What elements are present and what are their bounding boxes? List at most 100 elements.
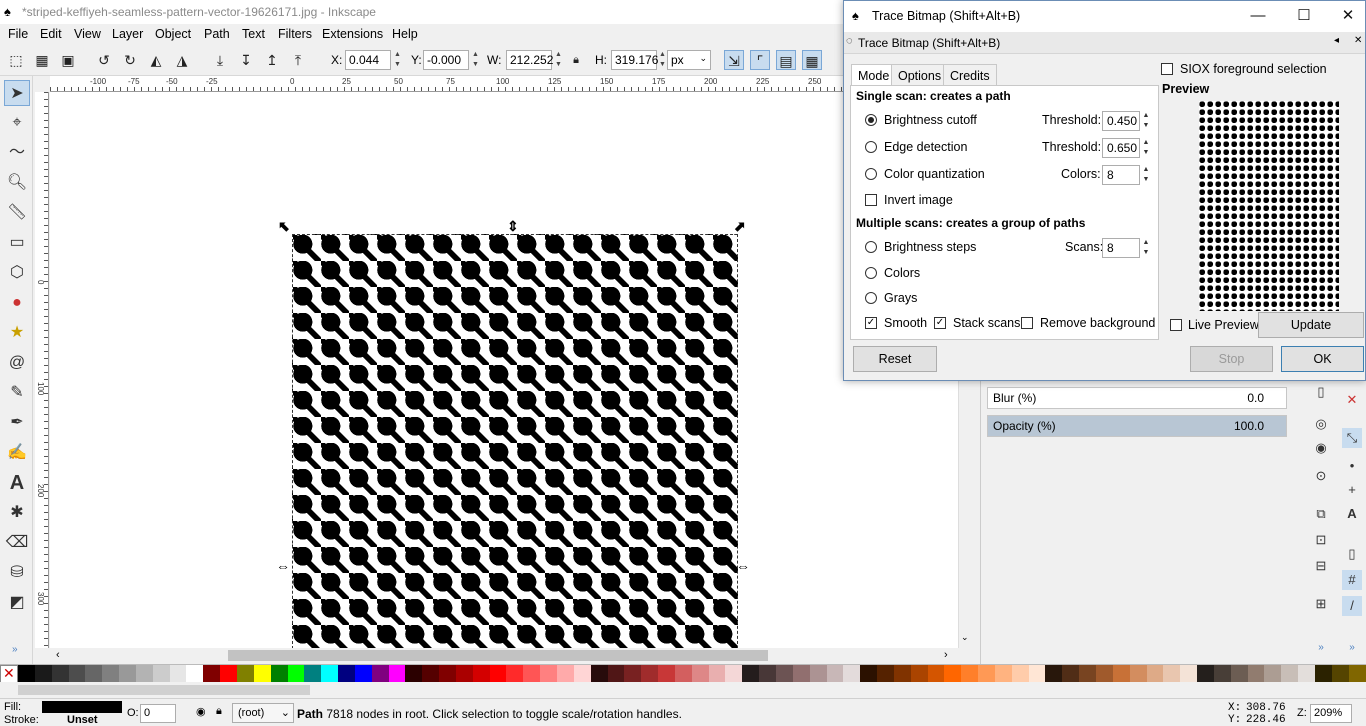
snap-midpoint-icon[interactable]: +	[1342, 480, 1362, 500]
color-swatch[interactable]	[860, 665, 878, 683]
color-swatch[interactable]	[624, 665, 642, 683]
y-spinner[interactable]: ▲ ▼	[470, 50, 481, 70]
stack-scans-checkbox[interactable]: ✓	[934, 317, 946, 329]
rotate-cw-icon[interactable]: ↻	[120, 50, 140, 70]
color-swatch[interactable]	[1112, 665, 1130, 683]
color-swatch[interactable]	[1247, 665, 1265, 683]
transform-patterns-icon[interactable]: ▦	[802, 50, 822, 70]
zoom-drawing-icon[interactable]: ◉	[1311, 438, 1331, 458]
brightness-cutoff-label[interactable]: Brightness cutoff	[884, 113, 977, 127]
duplicate-icon[interactable]: ⧉	[1311, 504, 1331, 524]
remove-background-label[interactable]: Remove background	[1040, 316, 1155, 330]
color-swatch[interactable]	[1096, 665, 1113, 683]
colors-input[interactable]: 8	[1102, 165, 1140, 185]
color-swatch[interactable]	[658, 665, 675, 683]
color-swatch[interactable]	[354, 665, 372, 683]
scroll-left-icon[interactable]: ‹	[56, 649, 60, 661]
tab-credits[interactable]: Credits	[943, 64, 997, 86]
color-swatch[interactable]	[674, 665, 692, 683]
zoom-tool-icon[interactable]: 🔍︎	[4, 170, 30, 196]
menu-file[interactable]: File	[8, 27, 28, 41]
unlink-clone-icon[interactable]: ⊟	[1311, 556, 1331, 576]
color-swatch[interactable]	[422, 665, 440, 683]
color-swatch[interactable]	[573, 665, 591, 683]
scale-handle-right-icon[interactable]: ⇔	[736, 558, 750, 574]
fill-indicator[interactable]	[42, 701, 122, 713]
color-swatch[interactable]	[186, 665, 204, 683]
zoom-selection-icon[interactable]: ◎	[1311, 414, 1331, 434]
color-swatch[interactable]	[506, 665, 524, 683]
color-swatch[interactable]	[119, 665, 136, 683]
lock-icon[interactable]: 🔒︎	[216, 705, 222, 718]
brightness-steps-radio[interactable]	[865, 241, 877, 253]
color-swatch[interactable]	[51, 665, 69, 683]
color-swatch[interactable]	[759, 665, 776, 683]
h-input[interactable]: 319.176	[611, 50, 658, 70]
color-swatch[interactable]	[152, 665, 170, 683]
color-swatch[interactable]	[877, 665, 894, 683]
color-swatch[interactable]	[792, 665, 810, 683]
scans-spinner[interactable]: ▲ ▼	[1141, 238, 1151, 258]
snap-text-icon[interactable]: A	[1342, 504, 1362, 524]
star-tool-icon[interactable]: ★	[4, 320, 30, 346]
snap-page-icon[interactable]: ▯	[1342, 544, 1362, 564]
color-swatch[interactable]	[321, 665, 339, 683]
color-swatch[interactable]	[220, 665, 237, 683]
color-swatch[interactable]	[607, 665, 625, 683]
stroke-value[interactable]: Unset	[67, 714, 98, 726]
live-preview-checkbox[interactable]	[1170, 319, 1182, 331]
snap-grid-icon[interactable]: #	[1342, 570, 1362, 590]
opacity-input[interactable]: 0	[140, 704, 176, 723]
color-quantization-radio[interactable]	[865, 168, 877, 180]
color-swatch[interactable]	[18, 665, 35, 683]
color-swatch[interactable]	[1281, 665, 1299, 683]
color-swatch[interactable]	[708, 665, 726, 683]
reset-button[interactable]: Reset	[853, 346, 937, 372]
scale-handle-left-icon[interactable]: ⇔	[276, 558, 290, 574]
color-swatch[interactable]	[1230, 665, 1248, 683]
eraser-tool-icon[interactable]: ⌫	[4, 530, 30, 556]
tab-mode[interactable]: Mode	[851, 64, 897, 86]
color-swatch[interactable]	[1213, 665, 1231, 683]
opacity-row[interactable]: Opacity (%) 100.0	[987, 415, 1287, 437]
y-input[interactable]: -0.000	[423, 50, 469, 70]
color-swatch[interactable]	[742, 665, 760, 683]
group-icon[interactable]: ⊞	[1311, 594, 1331, 614]
w-input[interactable]: 212.252	[506, 50, 553, 70]
node-tool-icon[interactable]: ⌖	[4, 110, 30, 136]
stop-button[interactable]: Stop	[1190, 346, 1273, 372]
colors-spinner[interactable]: ▲ ▼	[1141, 165, 1151, 185]
document-properties-icon[interactable]: ▯	[1311, 382, 1331, 402]
color-swatch[interactable]	[826, 665, 844, 683]
siox-checkbox[interactable]	[1161, 63, 1173, 75]
3d-box-tool-icon[interactable]: ⬡	[4, 260, 30, 286]
edge-detection-label[interactable]: Edge detection	[884, 140, 967, 154]
zoom-input[interactable]: 209%	[1310, 704, 1352, 723]
menu-extensions[interactable]: Extensions	[322, 27, 383, 41]
color-swatch[interactable]	[523, 665, 541, 683]
grays-radio[interactable]	[865, 292, 877, 304]
scroll-right-icon[interactable]: ›	[944, 649, 948, 661]
color-swatch[interactable]	[961, 665, 979, 683]
palette-scroll-thumb[interactable]	[18, 685, 310, 695]
colors-radio[interactable]	[865, 267, 877, 279]
color-swatch[interactable]	[34, 665, 52, 683]
remove-background-checkbox[interactable]	[1021, 317, 1033, 329]
color-swatch[interactable]	[1079, 665, 1096, 683]
no-paint-swatch[interactable]: ✕	[0, 665, 18, 683]
smooth-label[interactable]: Smooth	[884, 316, 927, 330]
canvas-horizontal-scrollbar[interactable]: ‹ ›	[50, 648, 958, 664]
invert-image-label[interactable]: Invert image	[884, 193, 953, 207]
maximize-icon[interactable]: ☐	[1288, 5, 1320, 27]
stack-scans-label[interactable]: Stack scans	[953, 316, 1020, 330]
pencil-tool-icon[interactable]: ✎	[4, 380, 30, 406]
minimize-icon[interactable]: —	[1242, 5, 1274, 27]
selector-tool-icon[interactable]: ➤	[4, 80, 30, 106]
color-swatch[interactable]	[1264, 665, 1282, 683]
palette-scrollbar[interactable]	[0, 682, 1366, 698]
color-swatch[interactable]	[927, 665, 945, 683]
menu-path[interactable]: Path	[204, 27, 230, 41]
expand-toolbox-icon[interactable]: »	[12, 644, 18, 655]
color-swatch[interactable]	[1028, 665, 1046, 683]
scale-handle-top-left-icon[interactable]: ⬉	[278, 218, 290, 235]
